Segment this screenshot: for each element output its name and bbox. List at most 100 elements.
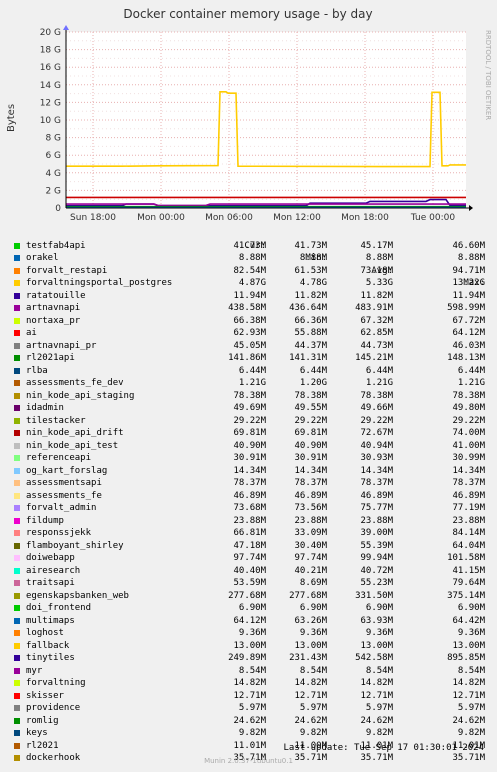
legend-value-max: 41.00M xyxy=(452,440,485,451)
legend-series-name: forvalt_admin xyxy=(26,503,97,513)
legend-swatch xyxy=(14,580,20,586)
x-tick-label: Tue 00:00 xyxy=(410,213,455,223)
x-axis-arrow xyxy=(469,205,473,211)
legend-value-avg: 55.23M xyxy=(360,578,393,588)
legend-swatch xyxy=(14,555,20,561)
x-tick-label: Sun 18:00 xyxy=(70,213,116,223)
legend-value-avg: 6.90M xyxy=(365,603,393,613)
legend-row: airesearch 40.40M 40.21M 40.72M 41.15M xyxy=(0,565,497,578)
legend-swatch xyxy=(14,605,20,611)
legend-series-name: traitsapi xyxy=(26,578,75,588)
x-ticks: Sun 18:00 Mon 00:00 Mon 06:00 Mon 12:00 Mon … xyxy=(70,213,455,223)
legend-swatch xyxy=(14,692,20,699)
y-tick-label: 10 G xyxy=(40,116,61,126)
legend-value-avg: 78.37M xyxy=(360,478,393,488)
legend-value-max: 14.82M xyxy=(452,678,485,688)
legend-value-avg: 145.21M xyxy=(355,353,393,363)
legend-row: loghost 9.36M 9.36M 9.36M 9.36M xyxy=(0,627,497,640)
y-tick-label: 2 G xyxy=(45,186,61,196)
legend-swatch xyxy=(14,380,20,386)
legend-value-max: 46.60M xyxy=(452,240,485,251)
legend-value-max: 13.00M xyxy=(452,640,485,651)
legend-value-avg: 542.58M xyxy=(355,653,393,663)
legend-swatch xyxy=(14,442,20,449)
legend-value-max: 64.12M xyxy=(452,328,485,338)
legend-series-name: tinytiles xyxy=(26,653,75,663)
y-tick-label: 8 G xyxy=(45,134,61,144)
legend-value-max: 6.44M xyxy=(457,365,485,376)
legend-value-avg: 8.88M xyxy=(365,253,393,263)
legend-series-name: rl2021api xyxy=(26,353,75,363)
legend-value-max: 79.64M xyxy=(452,578,485,588)
legend-swatch xyxy=(14,630,20,636)
legend-swatch xyxy=(14,705,20,711)
y-axis-arrow xyxy=(63,25,69,30)
legend-header: Cur: Min: Avg: Max: xyxy=(0,227,497,289)
legend-swatch xyxy=(14,455,20,461)
x-tick-label: Mon 00:00 xyxy=(137,213,185,223)
legend-value-max: 148.13M xyxy=(447,353,485,363)
legend-value-max: 29.22M xyxy=(452,415,485,426)
legend-series-name: artnavnapi_pr xyxy=(26,340,97,351)
legend-value-max: 77.19M xyxy=(452,503,485,513)
legend-row: responssjekk 66.81M 33.09M 39.00M 84.14M xyxy=(0,527,497,540)
legend-row: egenskapsbanken_web 277.68M 277.68M 331.50M… xyxy=(0,590,497,603)
legend-swatch xyxy=(14,317,20,324)
legend-swatch xyxy=(14,592,20,599)
legend-series-name: idadmin xyxy=(26,403,64,413)
legend-value-max: 8.54M xyxy=(457,665,485,676)
legend-swatch xyxy=(14,342,20,349)
y-tick-label: 6 G xyxy=(45,151,61,161)
legend-swatch xyxy=(14,542,20,549)
legend-value-max: 64.42M xyxy=(452,615,485,626)
legend-value-avg: 483.91M xyxy=(355,303,393,313)
legend-row: nin_kode_api_test 40.90M 40.90M 40.94M 41.00… xyxy=(0,440,497,453)
legend-value-avg: 9.82M xyxy=(365,728,393,738)
legend-value-max: 46.03M xyxy=(452,340,485,351)
chart-title: Docker container memory usage - by day xyxy=(123,7,372,21)
legend-value-max: 13.22G xyxy=(452,278,485,288)
legend-row: forvalt_restapi 82.54M 61.53M 73.18M 94.71M xyxy=(0,265,497,278)
legend-row: nin_kode_api_drift 69.81M 69.81M 72.67M 74.0… xyxy=(0,427,497,440)
legend-swatch xyxy=(14,292,20,299)
legend-value-avg: 40.94M xyxy=(360,440,393,451)
legend-row: fallback 13.00M 13.00M 13.00M 13.00M xyxy=(0,640,497,653)
legend-value-avg: 40.72M xyxy=(360,565,393,576)
legend-value-max: 8.88M xyxy=(457,253,485,263)
legend-series-name: romlig xyxy=(26,715,59,726)
legend-row: fildump 23.88M 23.88M 23.88M 23.88M xyxy=(0,515,497,528)
legend-swatch xyxy=(14,730,20,736)
munin-version: Munin 2.0.37-1ubuntu0.1 xyxy=(204,757,293,765)
legend-row: og_kart_forslag 14.34M 14.34M 14.34M 14.34M xyxy=(0,465,497,478)
legend-swatch xyxy=(14,680,20,686)
legend-swatch xyxy=(14,492,20,499)
y-axis-label: Bytes xyxy=(6,104,17,132)
legend-value-avg: 55.39M xyxy=(360,540,393,551)
legend-row: idadmin 49.69M 49.55M 49.66M 49.80M xyxy=(0,402,497,415)
legend-row: keys 9.82M 9.82M 9.82M 9.82M xyxy=(0,727,497,740)
legend-value-avg: 72.67M xyxy=(360,428,393,438)
legend-row: forvaltningsportal_postgres 4.87G 4.78G 5.3… xyxy=(0,277,497,290)
legend-row: nortaxa_pr 66.38M 66.36M 67.32M 67.72M xyxy=(0,315,497,328)
legend-value-max: 375.14M xyxy=(447,590,485,601)
legend-value-max: 78.38M xyxy=(452,390,485,401)
y-tick-label: 12 G xyxy=(40,98,61,108)
legend-row: assessmentsapi 78.37M 78.37M 78.37M 78.37M xyxy=(0,477,497,490)
legend-swatch xyxy=(14,267,20,274)
legend-swatch xyxy=(14,392,20,399)
legend-swatch xyxy=(14,567,20,574)
y-tick-label: 14 G xyxy=(40,81,61,91)
legend-value-max: 23.88M xyxy=(452,515,485,526)
legend-swatch xyxy=(14,355,20,361)
legend-series-name: myr xyxy=(26,665,43,676)
x-tick-label: Mon 18:00 xyxy=(341,213,389,223)
legend-value-avg: 49.66M xyxy=(360,403,393,413)
legend-series-name: loghost xyxy=(26,628,64,638)
legend-swatch xyxy=(14,642,20,649)
legend-value-max: 41.15M xyxy=(452,565,485,576)
legend-series-name: rlba xyxy=(26,365,48,376)
legend-series-name: assessments_fe_dev xyxy=(26,378,124,388)
legend-series-name: testfab4api xyxy=(26,240,86,251)
legend-series-name: providence xyxy=(26,703,81,713)
legend-row: testfab4api 41.73M 41.73M 45.17M 46.60M xyxy=(0,240,497,253)
